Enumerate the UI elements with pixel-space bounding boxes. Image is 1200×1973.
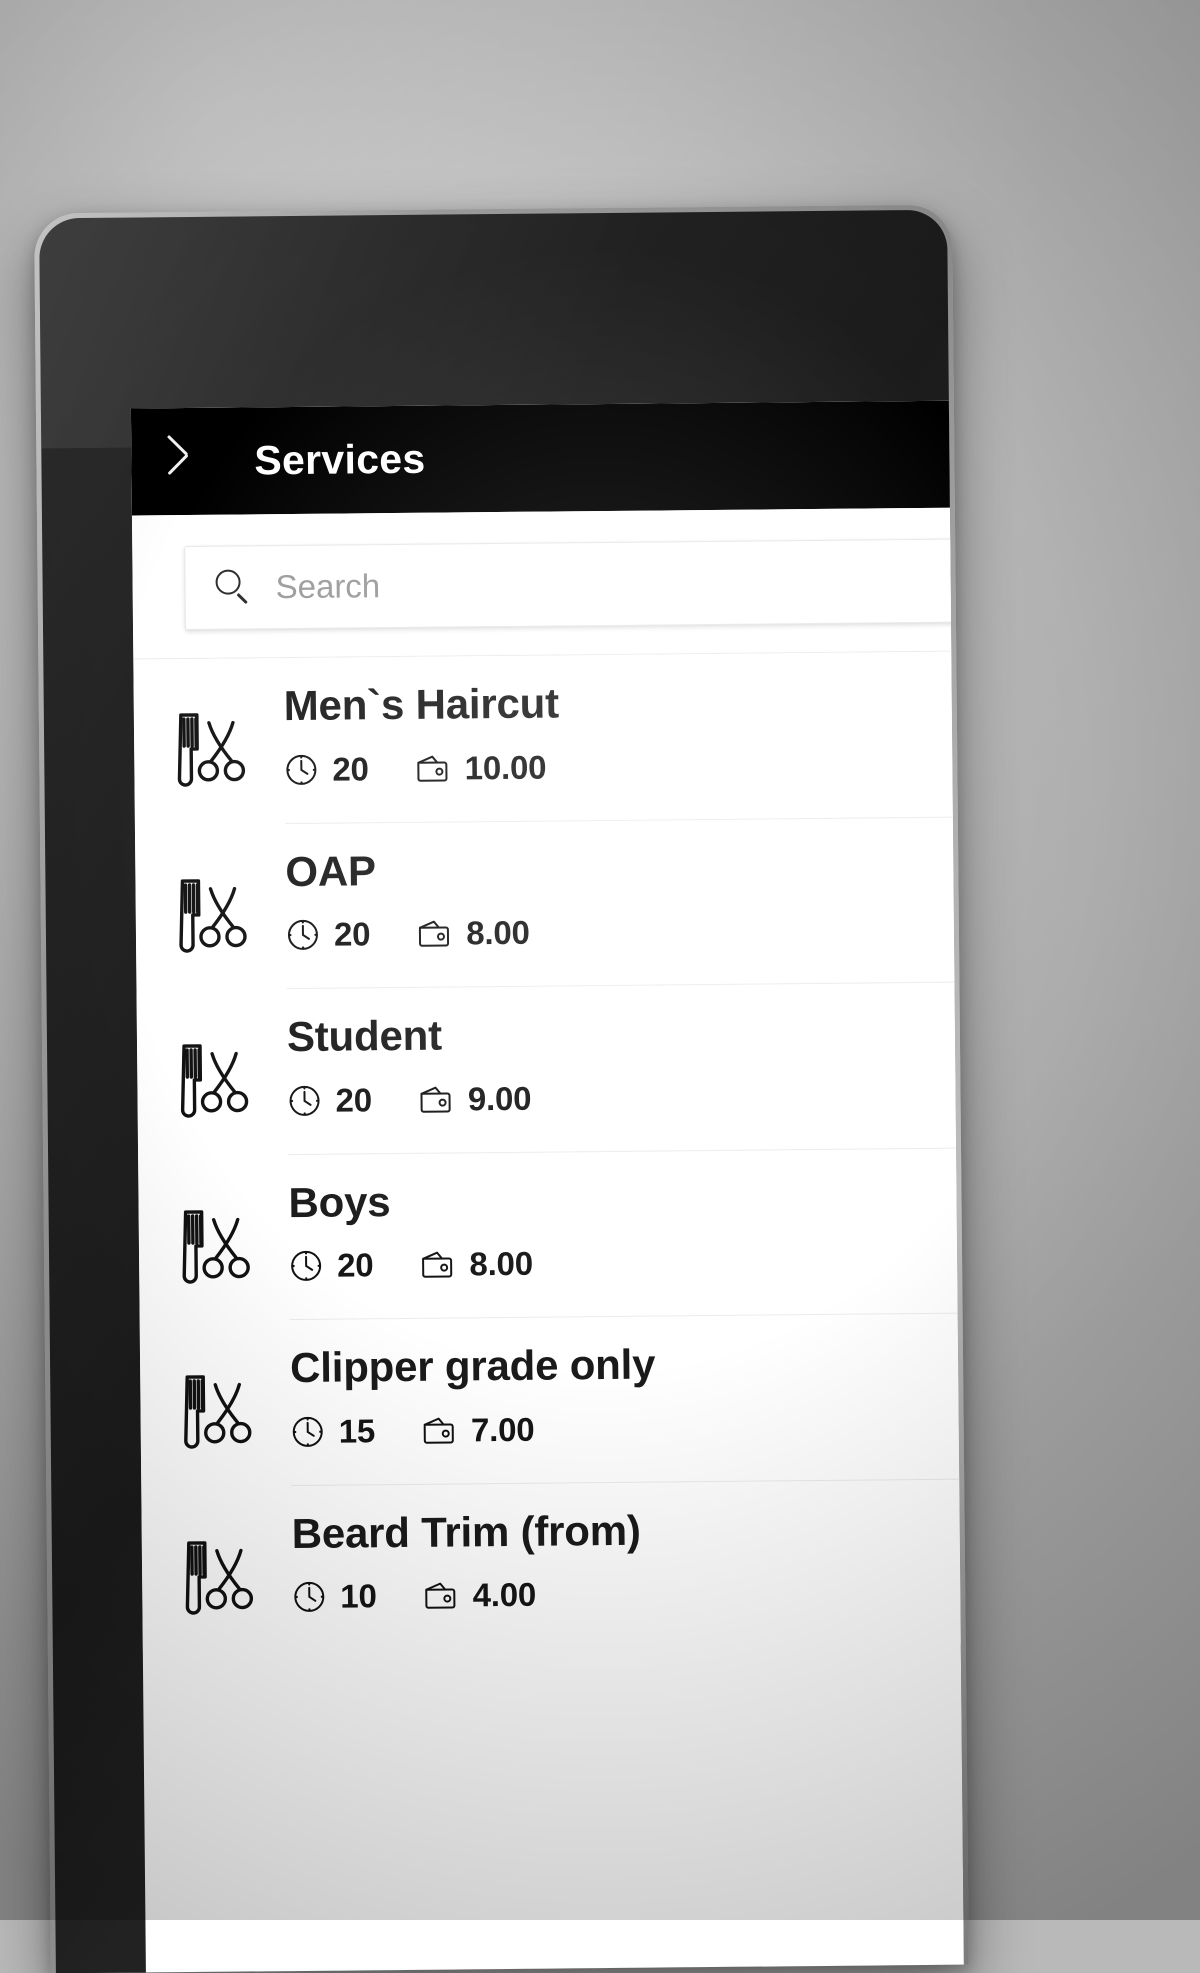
service-meta: 10	[292, 1571, 964, 1616]
comb-scissors-icon	[137, 1015, 288, 1122]
service-name: Clipper grade only	[290, 1339, 964, 1391]
price-value: 10.00	[464, 748, 546, 787]
clock-icon	[291, 1414, 325, 1448]
wallet-icon	[418, 1082, 454, 1116]
page-title: Services	[254, 436, 426, 485]
price-group: 10.00	[415, 748, 547, 787]
service-meta: 15	[291, 1405, 964, 1450]
list-item-body: Clipper grade only 15	[290, 1338, 964, 1485]
list-item[interactable]: Men`s Haircut 20	[133, 650, 964, 825]
app-screen: Services Search	[131, 399, 964, 1973]
service-meta: 20	[284, 743, 964, 788]
search-icon	[213, 567, 253, 607]
wallet-icon	[419, 1248, 455, 1282]
price-value: 7.00	[471, 1410, 535, 1449]
wallet-icon	[422, 1579, 458, 1613]
device-frame: Services Search	[34, 205, 969, 1973]
comb-scissors-icon	[134, 684, 285, 791]
app-bar: Services	[131, 399, 964, 515]
price-group: 7.00	[421, 1410, 535, 1449]
search-input[interactable]: Search	[184, 538, 964, 630]
comb-scissors-icon	[135, 850, 286, 957]
duration-group: 20	[287, 1081, 372, 1120]
price-group: 8.00	[416, 914, 530, 953]
service-name: Beard Trim (from)	[291, 1504, 963, 1556]
list-item-body: Student 20	[287, 1007, 964, 1154]
price-value: 9.00	[468, 1079, 532, 1118]
service-name: Student	[287, 1008, 964, 1060]
service-name: Boys	[288, 1173, 964, 1225]
service-list: Men`s Haircut 20	[133, 650, 964, 1651]
price-group: 8.00	[419, 1245, 533, 1284]
list-item-body: Beard Trim (from) 10	[291, 1504, 963, 1650]
comb-scissors-icon	[140, 1346, 291, 1453]
wallet-icon	[421, 1413, 457, 1447]
search-placeholder: Search	[275, 567, 380, 606]
service-meta: 20	[286, 909, 964, 954]
wallet-icon	[415, 751, 451, 785]
clock-icon	[289, 1249, 323, 1283]
search-area: Search	[132, 506, 964, 659]
service-meta: 20	[289, 1240, 964, 1285]
duration-value: 20	[335, 1081, 372, 1119]
duration-group: 20	[286, 915, 371, 954]
tablet-device: Services Search	[34, 203, 1191, 1973]
duration-value: 20	[337, 1246, 374, 1284]
clock-icon	[287, 1083, 321, 1117]
list-item[interactable]: Beard Trim (from) 10	[141, 1478, 964, 1652]
service-meta: 20	[287, 1074, 964, 1119]
list-item[interactable]: OAP 20	[135, 816, 964, 991]
duration-group: 20	[289, 1246, 374, 1285]
duration-value: 20	[332, 750, 369, 788]
duration-group: 10	[292, 1577, 377, 1616]
price-value: 8.00	[466, 914, 530, 953]
service-name: OAP	[285, 842, 964, 894]
duration-value: 20	[334, 915, 371, 953]
clock-icon	[284, 752, 318, 786]
list-item[interactable]: Clipper grade only 15	[140, 1312, 964, 1487]
back-button[interactable]	[165, 430, 228, 493]
list-item-body: Men`s Haircut 20	[284, 676, 964, 823]
duration-value: 15	[339, 1412, 376, 1450]
clock-icon	[292, 1580, 326, 1614]
duration-value: 10	[340, 1577, 377, 1615]
clock-icon	[286, 918, 320, 952]
comb-scissors-icon	[138, 1181, 289, 1288]
price-value: 8.00	[469, 1245, 533, 1284]
service-name: Men`s Haircut	[284, 677, 964, 729]
list-item-body: OAP 20	[285, 842, 964, 989]
wallet-icon	[416, 917, 452, 951]
chevron-left-icon	[183, 439, 209, 483]
list-item[interactable]: Boys 20	[138, 1147, 964, 1322]
device-bezel: Services Search	[39, 210, 964, 1973]
duration-group: 15	[291, 1412, 376, 1451]
list-item[interactable]: Student 20	[136, 981, 963, 1156]
price-value: 4.00	[472, 1576, 536, 1615]
list-item-body: Boys 20	[288, 1173, 964, 1320]
price-group: 9.00	[418, 1079, 532, 1118]
comb-scissors-icon	[142, 1512, 293, 1619]
price-group: 4.00	[422, 1576, 536, 1615]
duration-group: 20	[284, 750, 369, 789]
